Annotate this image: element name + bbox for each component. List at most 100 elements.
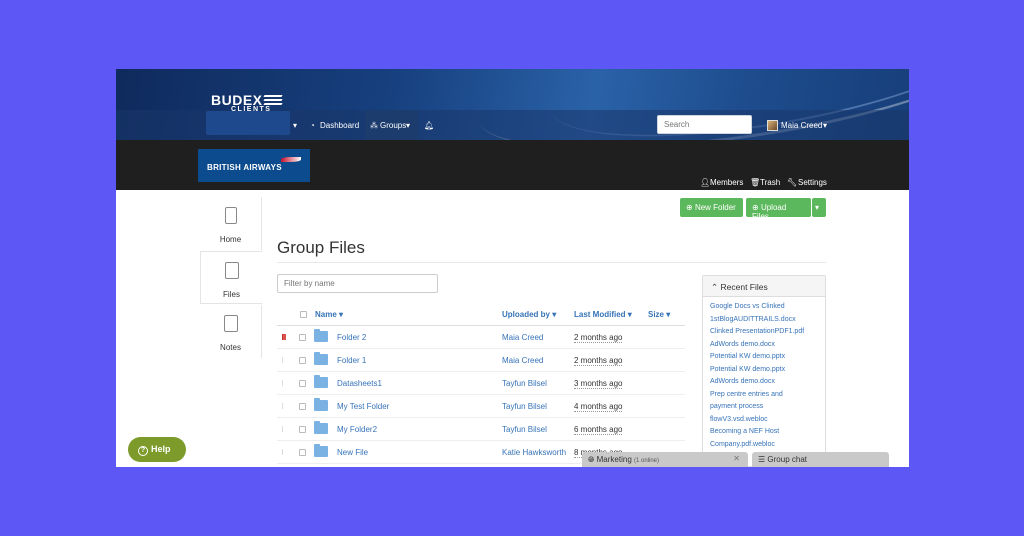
column-uploaded-by-header[interactable]: Uploaded by ▾ — [502, 310, 556, 319]
plus-circle-icon: ⊕ — [686, 203, 695, 212]
new-folder-button[interactable]: ⊕ New Folder — [680, 198, 743, 217]
column-name-label: Name — [315, 310, 337, 319]
recent-files-header[interactable]: ⌃ Recent Files — [703, 276, 825, 297]
recent-file-link[interactable]: AdWords demo.docx — [710, 339, 825, 352]
chat-bar-group[interactable]: ☰ Group chat — [752, 452, 889, 467]
recent-file-link[interactable]: AdWords demo.docx — [710, 376, 825, 389]
chat-list-icon: ☰ — [758, 455, 766, 464]
flag-icon[interactable] — [282, 449, 288, 455]
row-checkbox[interactable] — [299, 403, 306, 410]
flag-icon[interactable] — [282, 334, 288, 340]
file-name[interactable]: New File — [337, 448, 368, 457]
last-modified: 4 months ago — [574, 402, 623, 412]
groups-caret-icon: ▾ — [406, 121, 411, 130]
folder-icon — [314, 398, 328, 411]
column-last-modified-header[interactable]: Last Modified ▾ — [574, 310, 632, 319]
nav-dashboard[interactable]: Dashboard — [320, 121, 359, 130]
row-checkbox[interactable] — [299, 426, 306, 433]
file-name[interactable]: Folder 2 — [337, 333, 366, 342]
recent-file-link[interactable]: Clinked PresentationPDF1.pdf — [710, 326, 825, 339]
upload-circle-icon: ⊕ — [752, 203, 761, 212]
flag-icon[interactable] — [282, 403, 288, 409]
recent-files-list: Google Docs vs Clinked 1stBlogAUDITTRAIL… — [703, 297, 825, 451]
flag-icon[interactable] — [282, 357, 288, 363]
phone-icon — [224, 207, 237, 224]
select-all-checkbox[interactable] — [300, 311, 307, 318]
folder-icon — [314, 444, 328, 457]
uploaded-by[interactable]: Katie Hawksworth — [502, 448, 566, 457]
close-icon[interactable]: ✕ — [733, 454, 740, 463]
page-title: Group Files — [277, 238, 365, 257]
recent-file-link[interactable]: Potential KW demo.pptx — [710, 364, 825, 377]
file-name[interactable]: My Test Folder — [337, 402, 389, 411]
groups-icon: ⁂ — [370, 121, 378, 130]
members-icon: 👤︎ — [700, 178, 711, 187]
filter-input[interactable] — [277, 274, 438, 293]
group-logo[interactable]: BRITISH AIRWAYS — [198, 149, 310, 182]
column-name-header[interactable]: Name ▾ — [315, 310, 343, 319]
column-size-label: Size — [648, 310, 665, 319]
help-button[interactable]: ? Help — [128, 437, 186, 462]
uploaded-by[interactable]: Maia Creed — [502, 356, 543, 365]
table-row[interactable]: Folder 1 Maia Creed 2 months ago — [277, 349, 685, 372]
recent-file-link[interactable]: Potential KW demo.pptx — [710, 351, 825, 364]
search-input[interactable] — [657, 115, 752, 134]
budex-logo[interactable]: BUDEX CLIENTS — [211, 92, 283, 113]
app-window: BUDEX CLIENTS ▾ ◔ Dashboard ⁂ Groups ▾ 🔔… — [116, 69, 909, 467]
recent-file-link[interactable]: 1stBlogAUDITTRAILS.docx — [710, 314, 825, 327]
column-last-modified-label: Last Modified — [574, 310, 626, 319]
client-select[interactable] — [206, 111, 290, 135]
recent-file-link[interactable]: payment process — [710, 401, 825, 414]
notes-icon — [223, 315, 238, 332]
chevron-up-icon: ⌃ — [711, 282, 719, 292]
recent-file-link[interactable]: Becoming a NEF Host — [710, 426, 825, 439]
uploaded-by[interactable]: Maia Creed — [502, 333, 543, 342]
file-name[interactable]: Datasheets1 — [337, 379, 382, 388]
last-modified: 3 months ago — [574, 379, 623, 389]
chat-bar-marketing[interactable]: 🌐︎ Marketing (1 online) ✕ — [582, 452, 748, 467]
recent-file-link[interactable]: Prep centre entries and — [710, 389, 825, 402]
sidebar-item-notes[interactable]: Notes — [200, 305, 262, 358]
client-dropdown-caret-icon[interactable]: ▾ — [293, 121, 297, 130]
column-size-header[interactable]: Size ▾ — [648, 310, 670, 319]
column-uploaded-by-label: Uploaded by — [502, 310, 551, 319]
table-row[interactable]: My Folder2 Tayfun Bilsel 6 months ago — [277, 418, 685, 441]
sidebar-item-label: Home — [219, 235, 242, 244]
table-row[interactable]: Datasheets1 Tayfun Bilsel 3 months ago — [277, 372, 685, 395]
recent-files-panel: ⌃ Recent Files Google Docs vs Clinked 1s… — [702, 275, 826, 467]
file-name[interactable]: My Folder2 — [337, 425, 377, 434]
help-label: Help — [151, 444, 171, 454]
trash-link[interactable]: Trash — [760, 178, 780, 187]
settings-link[interactable]: Settings — [798, 178, 827, 187]
recent-file-link[interactable]: flowV3.vsd.webloc — [710, 414, 825, 427]
row-checkbox[interactable] — [299, 334, 306, 341]
nav-groups[interactable]: Groups — [380, 121, 406, 130]
avatar[interactable] — [767, 120, 778, 131]
flag-icon[interactable] — [282, 426, 288, 432]
table-row[interactable]: My Test Folder Tayfun Bilsel 4 months ag… — [277, 395, 685, 418]
row-checkbox[interactable] — [299, 449, 306, 456]
upload-files-button[interactable]: ⊕ Upload Files — [746, 198, 811, 221]
recent-file-link[interactable]: Google Docs vs Clinked — [710, 301, 825, 314]
row-checkbox[interactable] — [299, 380, 306, 387]
file-name[interactable]: Folder 1 — [337, 356, 366, 365]
user-name[interactable]: Maia Creed — [781, 121, 822, 130]
question-icon: ? — [138, 446, 148, 456]
user-caret-icon[interactable]: ▾ — [823, 121, 827, 130]
uploaded-by[interactable]: Tayfun Bilsel — [502, 425, 547, 434]
sidebar-item-home[interactable]: Home — [200, 197, 262, 250]
uploaded-by[interactable]: Tayfun Bilsel — [502, 402, 547, 411]
divider — [277, 262, 826, 263]
table-row[interactable]: Folder 2 Maia Creed 2 months ago — [277, 326, 685, 349]
members-link[interactable]: Members — [710, 178, 743, 187]
flag-icon[interactable] — [282, 380, 288, 386]
sidebar-item-files[interactable]: Files — [200, 251, 262, 304]
last-modified: 2 months ago — [574, 356, 623, 366]
upload-options-caret-icon[interactable]: ▾ — [812, 198, 826, 217]
recent-file-link[interactable]: Company.pdf.webloc — [710, 439, 825, 452]
bell-icon[interactable]: 🔔︎ — [424, 121, 434, 130]
row-checkbox[interactable] — [299, 357, 306, 364]
dashboard-icon: ◔ — [310, 121, 315, 130]
uploaded-by[interactable]: Tayfun Bilsel — [502, 379, 547, 388]
folder-icon — [314, 421, 328, 434]
